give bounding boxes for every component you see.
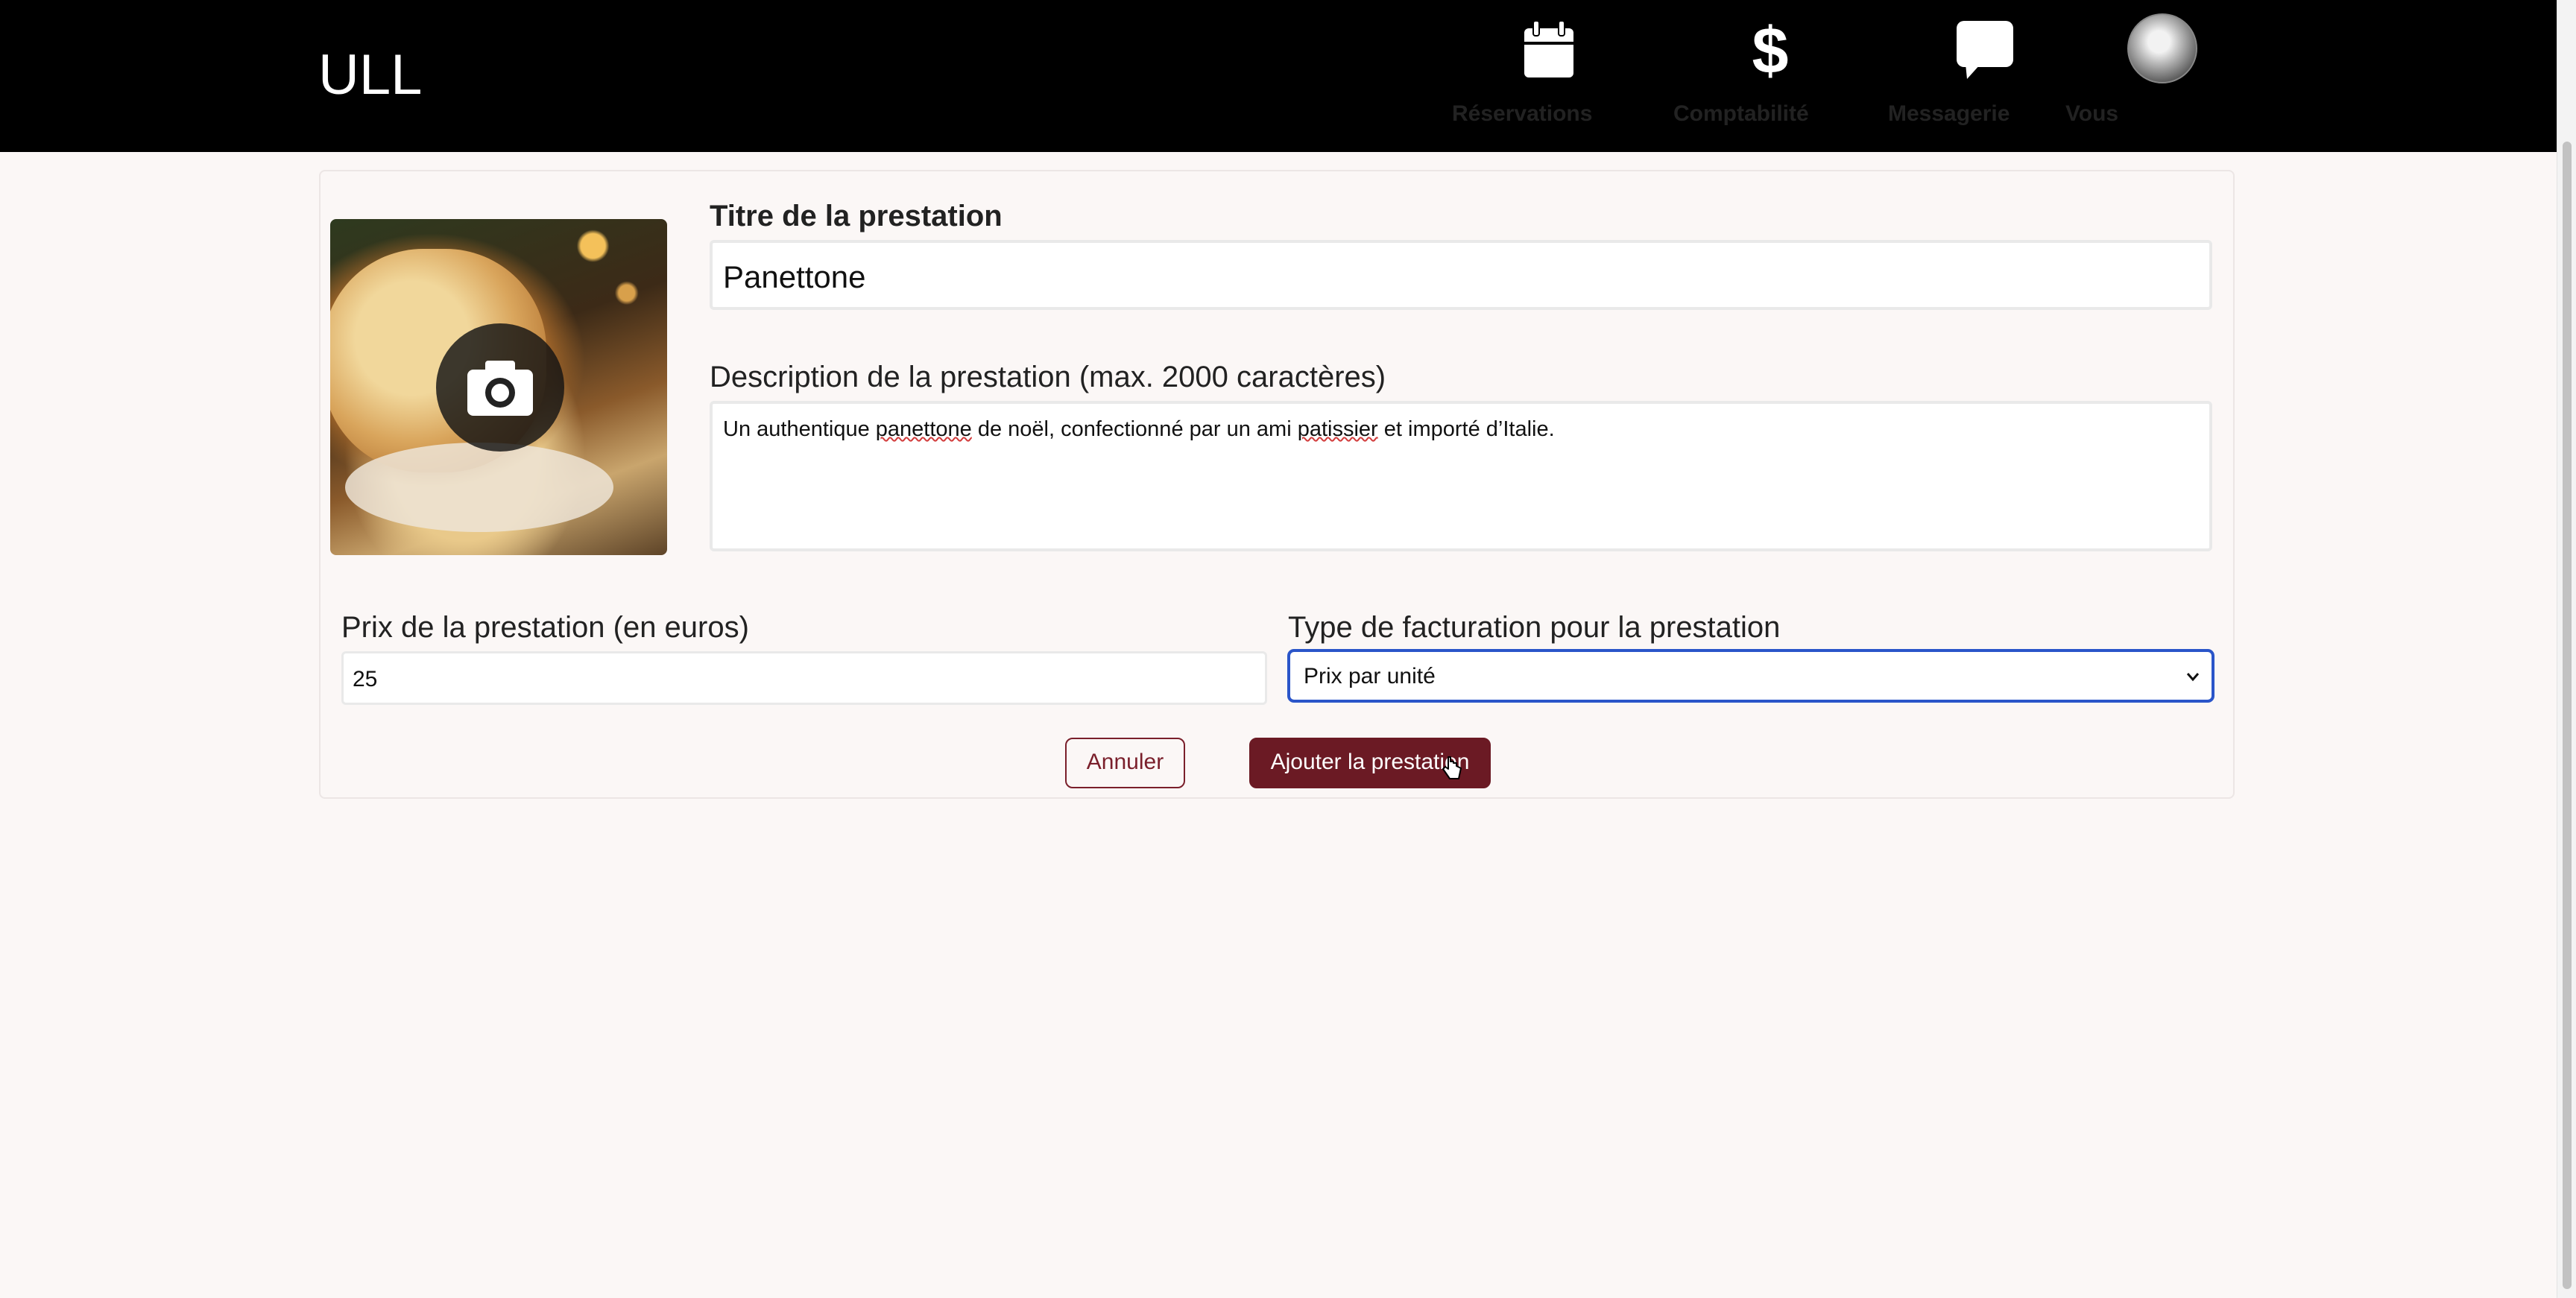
svg-text:$: $ <box>1752 16 1789 83</box>
description-textarea[interactable]: Un authentique panettone de noël, confec… <box>710 401 2212 551</box>
cancel-button[interactable]: Annuler <box>1065 738 1185 788</box>
billing-type-selected: Prix par unité <box>1304 664 1436 688</box>
nav-comptabilite-label: Comptabilité <box>1673 101 1809 126</box>
price-input[interactable]: 25 <box>341 651 1267 705</box>
description-text: Un authentique <box>723 417 876 441</box>
billing-type-select[interactable]: Prix par unité <box>1288 650 2214 702</box>
avatar[interactable] <box>2127 13 2197 83</box>
scrollbar-thumb[interactable] <box>2563 142 2572 1289</box>
title-label: Titre de la prestation <box>710 200 1003 232</box>
vertical-scrollbar[interactable] <box>2557 0 2576 1298</box>
description-text: et importé d’Italie. <box>1377 417 1555 441</box>
misspelled-word: patissier <box>1297 417 1378 441</box>
top-navbar: ULL Réservations $ Comptabilité Messager… <box>0 0 2557 152</box>
description-text: de noël, confectionné par un ami <box>971 417 1298 441</box>
change-photo-button[interactable] <box>436 323 564 452</box>
nav-vous-label: Vous <box>2065 101 2119 126</box>
title-input[interactable]: Panettone <box>710 240 2212 310</box>
camera-icon <box>467 361 533 416</box>
chat-bubble-icon <box>1888 13 2082 88</box>
nav-reservations[interactable]: Réservations <box>1452 13 1646 126</box>
nav-messagerie-label: Messagerie <box>1888 101 2010 126</box>
price-label: Prix de la prestation (en euros) <box>341 611 749 644</box>
hand-cursor-icon <box>1442 756 1462 785</box>
misspelled-word: panettone <box>875 417 972 441</box>
calendar-icon <box>1452 13 1646 88</box>
dollar-icon: $ <box>1673 13 1867 88</box>
photo-plate-shape <box>345 443 613 532</box>
avatar-container <box>2065 13 2259 85</box>
billing-type-label: Type de facturation pour la prestation <box>1288 611 1781 644</box>
description-label: Description de la prestation (max. 2000 … <box>710 361 1386 393</box>
nav-comptabilite[interactable]: $ Comptabilité <box>1673 13 1867 126</box>
brand-logo[interactable]: ULL <box>318 42 422 109</box>
nav-reservations-label: Réservations <box>1452 101 1593 126</box>
nav-messagerie[interactable]: Messagerie <box>1888 13 2082 126</box>
chevron-down-icon <box>2185 665 2201 691</box>
nav-vous[interactable]: Vous <box>2065 13 2259 126</box>
